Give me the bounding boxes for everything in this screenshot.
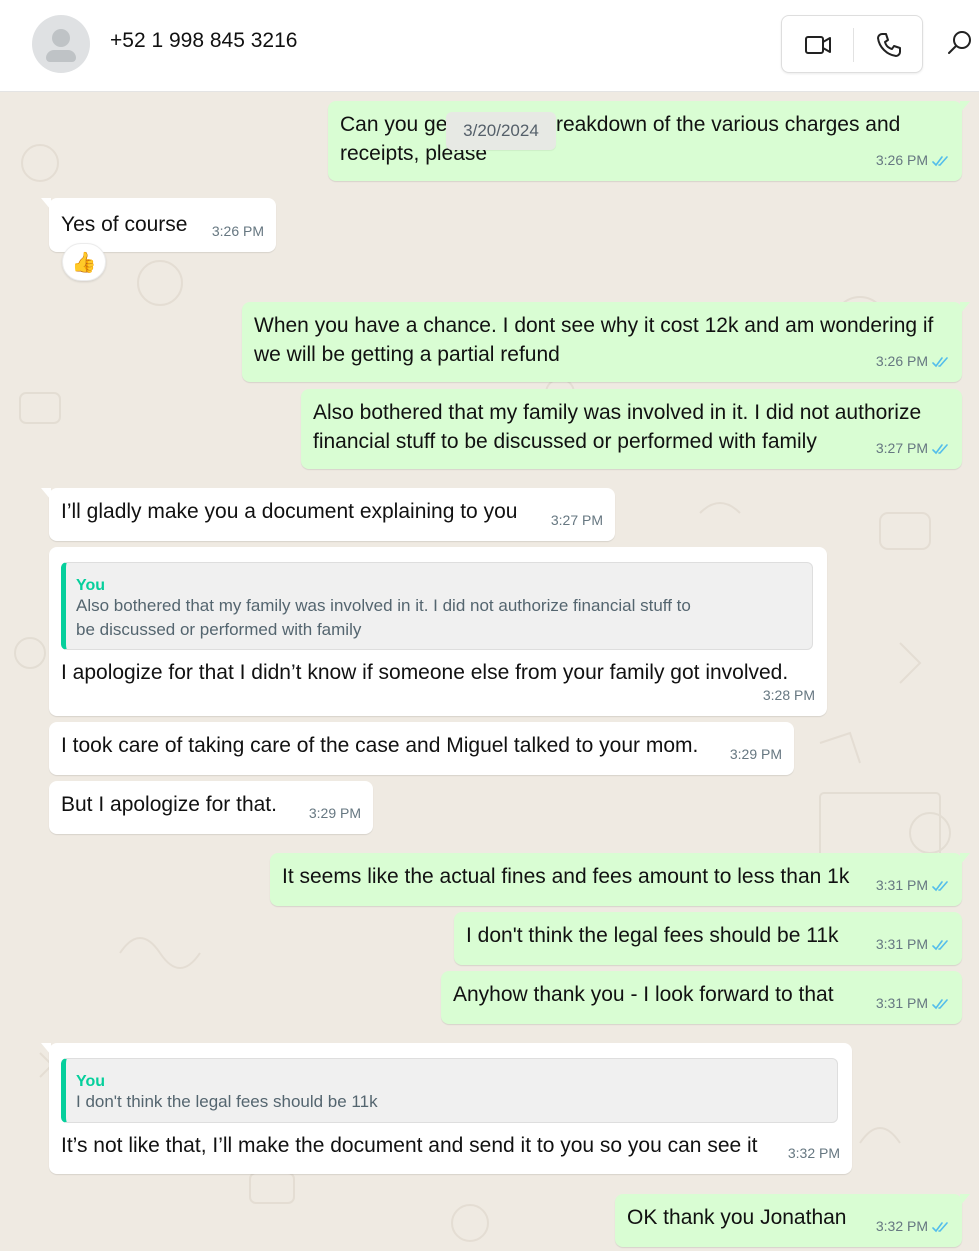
search-button[interactable] <box>944 28 974 58</box>
quoted-text-line: I don't think the legal fees should be 1… <box>76 1092 378 1111</box>
quoted-text-line: be discussed or performed with family <box>76 620 362 639</box>
message-text: I don't think the legal fees should be 1… <box>466 924 839 947</box>
message-meta: 3:26 PM <box>212 217 264 246</box>
message-meta: 3:26 PM <box>876 347 950 376</box>
message-outgoing[interactable]: OK thank you Jonathan 3:32 PM <box>615 1194 970 1247</box>
message-time: 3:32 PM <box>787 1145 840 1161</box>
phone-icon <box>877 33 901 57</box>
message-text: Anyhow thank you - I look forward to tha… <box>453 983 834 1006</box>
message-meta: 3:29 PM <box>309 799 361 828</box>
avatar-body <box>46 50 76 62</box>
message-text: OK thank you Jonathan <box>627 1206 847 1229</box>
message-time: 3:28 PM <box>762 687 815 703</box>
message-meta: 3:28 PM <box>763 681 815 710</box>
message-text-line: we will be getting a partial refund <box>254 343 560 366</box>
message-incoming[interactable]: I took care of taking care of the case a… <box>49 722 794 775</box>
message-text-line: Also bothered that my family was involve… <box>313 401 922 424</box>
message-time: 3:27 PM <box>550 512 603 528</box>
bubble-tail <box>41 1043 51 1055</box>
video-call-button[interactable] <box>800 30 836 60</box>
message-time: 3:31 PM <box>875 877 928 893</box>
double-check-read-icon <box>932 998 948 1009</box>
message-meta: 3:27 PM <box>551 506 603 535</box>
message-text: Yes of course <box>61 213 188 236</box>
bubble-tail <box>960 853 970 865</box>
contact-avatar[interactable] <box>32 15 90 73</box>
reaction-thumbs-up[interactable]: 👍 <box>62 243 106 281</box>
double-check-read-icon <box>932 1221 948 1232</box>
message-outgoing[interactable]: Can you get a written breakdown of the v… <box>328 101 970 181</box>
bubble-tail <box>41 198 51 210</box>
video-camera-icon <box>805 36 831 54</box>
double-check-read-icon <box>932 356 948 367</box>
message-meta: 3:31 PM <box>876 930 950 959</box>
voice-call-button[interactable] <box>872 28 906 62</box>
message-time: 3:27 PM <box>875 440 928 456</box>
message-incoming[interactable]: But I apologize for that. 3:29 PM <box>49 781 373 834</box>
message-time: 3:26 PM <box>875 152 928 168</box>
message-incoming-reply[interactable]: You Also bothered that my family was inv… <box>49 547 827 716</box>
double-check-read-icon <box>932 155 948 166</box>
message-time: 3:26 PM <box>875 353 928 369</box>
message-time: 3:26 PM <box>211 223 264 239</box>
bubble-tail <box>960 101 970 113</box>
bubble-tail <box>960 302 970 314</box>
message-text: I apologize for that I didn’t know if so… <box>61 661 789 684</box>
message-time: 3:29 PM <box>729 746 782 762</box>
message-meta: 3:26 PM <box>876 146 950 175</box>
message-outgoing[interactable]: Anyhow thank you - I look forward to tha… <box>441 971 962 1024</box>
message-text: It seems like the actual fines and fees … <box>282 865 850 888</box>
message-meta: 3:32 PM <box>788 1139 840 1168</box>
quoted-message[interactable]: You Also bothered that my family was inv… <box>61 562 813 650</box>
message-text: It’s not like that, I’ll make the docume… <box>61 1134 758 1157</box>
search-icon <box>948 31 971 54</box>
call-group-divider <box>853 28 854 62</box>
message-time: 3:32 PM <box>875 1218 928 1234</box>
message-incoming-reply[interactable]: You I don't think the legal fees should … <box>41 1043 852 1174</box>
message-text-line: When you have a chance. I dont see why i… <box>254 314 934 337</box>
message-time: 3:29 PM <box>308 805 361 821</box>
quoted-message[interactable]: You I don't think the legal fees should … <box>61 1058 838 1123</box>
message-meta: 3:27 PM <box>876 434 950 463</box>
bubble-tail <box>41 488 51 500</box>
bubble-tail <box>960 1194 970 1206</box>
message-time: 3:31 PM <box>875 936 928 952</box>
message-outgoing[interactable]: When you have a chance. I dont see why i… <box>242 302 970 382</box>
message-outgoing[interactable]: Also bothered that my family was involve… <box>301 389 962 469</box>
chat-header: +52 1 998 845 3216 <box>0 0 979 92</box>
message-area[interactable]: Can you get a written breakdown of the v… <box>0 93 979 1251</box>
double-check-read-icon <box>932 443 948 454</box>
message-text: I took care of taking care of the case a… <box>61 734 699 757</box>
message-text-line: financial stuff to be discussed or perfo… <box>313 430 817 453</box>
contact-name[interactable]: +52 1 998 845 3216 <box>110 29 297 53</box>
double-check-read-icon <box>932 880 948 891</box>
message-outgoing[interactable]: It seems like the actual fines and fees … <box>270 853 970 906</box>
message-incoming[interactable]: I’ll gladly make you a document explaini… <box>41 488 615 541</box>
call-button-group <box>781 15 923 73</box>
message-meta: 3:31 PM <box>876 989 950 1018</box>
message-meta: 3:29 PM <box>730 740 782 769</box>
quoted-text-line: Also bothered that my family was involve… <box>76 596 691 615</box>
message-outgoing[interactable]: I don't think the legal fees should be 1… <box>454 912 962 965</box>
message-text: But I apologize for that. <box>61 793 277 816</box>
message-text-line: Can you get a written breakdown of the v… <box>340 113 901 136</box>
double-check-read-icon <box>932 939 948 950</box>
message-time: 3:31 PM <box>875 995 928 1011</box>
message-meta: 3:32 PM <box>876 1212 950 1241</box>
message-text: I’ll gladly make you a document explaini… <box>61 500 518 523</box>
date-separator: 3/20/2024 <box>446 112 556 150</box>
message-meta: 3:31 PM <box>876 871 950 900</box>
avatar-head <box>52 29 70 47</box>
